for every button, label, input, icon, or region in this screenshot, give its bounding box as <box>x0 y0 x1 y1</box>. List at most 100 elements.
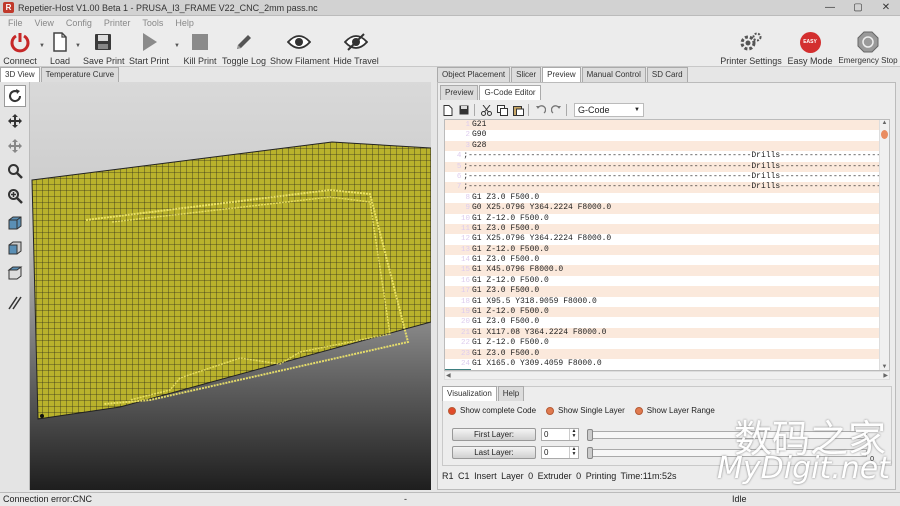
code-line[interactable]: 3 G28 <box>445 140 881 152</box>
move-object-icon[interactable] <box>4 135 26 157</box>
radio-show-layer-range[interactable] <box>634 406 643 415</box>
minimize-button[interactable]: — <box>816 0 844 16</box>
code-line[interactable]: 24 G1 X165.0 Y309.4059 F8000.0 <box>445 358 881 370</box>
menu-help[interactable]: Help <box>175 18 194 28</box>
3d-viewport[interactable] <box>30 82 431 490</box>
toggle-log-button[interactable]: Toggle Log <box>222 31 266 66</box>
connect-button[interactable]: Connect <box>3 31 37 66</box>
move-view-icon[interactable] <box>4 110 26 132</box>
printer-settings-button[interactable]: Printer Settings <box>720 31 782 66</box>
code-line[interactable]: 12 G1 X25.0796 Y364.2224 F8000.0 <box>445 234 881 245</box>
save-file-icon[interactable] <box>458 104 470 116</box>
menu-printer[interactable]: Printer <box>104 18 131 28</box>
tab-3d-view[interactable]: 3D View <box>0 67 40 82</box>
new-file-icon[interactable] <box>442 104 454 116</box>
tab-manual-control[interactable]: Manual Control <box>581 67 646 82</box>
first-layer-spinner[interactable]: 0 ▲ ▼ <box>541 428 579 441</box>
line-code: G28 <box>472 140 487 150</box>
show-filament-button[interactable]: Show Filament <box>270 31 330 66</box>
tab-preview[interactable]: Preview <box>542 67 581 82</box>
close-button[interactable]: ✕ <box>872 0 900 16</box>
subtab-gcode-editor[interactable]: G-Code Editor <box>479 85 541 100</box>
tab-help[interactable]: Help <box>497 386 525 401</box>
code-line[interactable]: 1 G21 <box>445 120 881 131</box>
line-number: 16 <box>460 276 470 285</box>
code-line[interactable]: 6 ;--------------------------------------… <box>445 171 881 183</box>
editor-vertical-scrollbar[interactable]: ▲ ▼ <box>879 120 889 370</box>
edit-mode: Insert <box>474 471 497 481</box>
front-view-icon[interactable] <box>4 237 26 259</box>
radio-show-complete-code[interactable] <box>448 406 456 415</box>
redo-icon[interactable] <box>550 104 562 116</box>
printing-time: Printing Time:11m:52s <box>585 471 677 481</box>
zoom-fit-icon[interactable] <box>4 185 26 207</box>
zoom-icon[interactable] <box>4 160 26 182</box>
radio-show-single-layer[interactable] <box>546 406 555 415</box>
code-line[interactable]: 19 G1 Z-12.0 F500.0 <box>445 307 881 318</box>
code-line[interactable]: 18 G1 X95.5 Y318.9059 F8000.0 <box>445 296 881 308</box>
hide-travel-button[interactable]: Hide Travel <box>333 31 379 66</box>
menu-view[interactable]: View <box>35 18 54 28</box>
connect-dropdown-icon[interactable]: ▼ <box>39 43 45 49</box>
line-code: G1 X165.0 Y309.4059 F8000.0 <box>472 358 602 368</box>
code-line[interactable]: 15 G1 X45.0796 F8000.0 <box>445 265 881 276</box>
iso-view-icon[interactable] <box>4 212 26 234</box>
code-line[interactable]: 9 G0 X25.0796 Y364.2224 F8000.0 <box>445 203 881 214</box>
cut-icon[interactable] <box>480 104 492 116</box>
load-button[interactable]: Load <box>46 31 74 66</box>
last-layer-button[interactable]: Last Layer: <box>452 446 536 459</box>
line-number: 8 <box>465 193 470 202</box>
easy-mode-button[interactable]: EASY Easy Mode <box>787 31 833 66</box>
pencil-icon <box>222 31 266 53</box>
code-line[interactable]: 23 G1 Z3.0 F500.0 <box>445 348 881 359</box>
maximize-button[interactable]: ▢ <box>844 0 872 16</box>
code-line[interactable]: 10 G1 Z-12.0 F500.0 <box>445 213 881 224</box>
tab-sd-card[interactable]: SD Card <box>646 67 688 82</box>
code-line[interactable]: 16 G1 Z-12.0 F500.0 <box>445 275 881 287</box>
tab-object-placement[interactable]: Object Placement <box>437 67 511 82</box>
slider-handle[interactable] <box>587 428 593 441</box>
tab-temperature-curve[interactable]: Temperature Curve <box>40 67 120 82</box>
spinner-arrows-icon[interactable]: ▲ ▼ <box>569 447 578 458</box>
emergency-stop-button[interactable]: Emergency Stop <box>838 31 898 65</box>
editor-horizontal-scrollbar[interactable]: ◀ ▶ <box>444 371 890 380</box>
code-line[interactable]: 22 G1 Z-12.0 F500.0 <box>445 338 881 349</box>
undo-icon[interactable] <box>534 104 546 116</box>
start-print-dropdown-icon[interactable]: ▼ <box>174 43 180 49</box>
code-line[interactable]: 7 ;--------------------------------------… <box>445 182 881 193</box>
code-line[interactable]: 20 G1 Z3.0 F500.0 <box>445 317 881 328</box>
first-layer-button[interactable]: First Layer: <box>452 428 536 441</box>
code-line[interactable]: 13 G1 Z-12.0 F500.0 <box>445 244 881 256</box>
gcode-file-select[interactable]: G-Code ▼ <box>574 103 644 117</box>
rotate-view-icon[interactable] <box>4 85 26 107</box>
code-line[interactable]: 21 G1 X117.08 Y364.2224 F8000.0 <box>445 327 881 339</box>
line-number: 13 <box>460 245 470 254</box>
menu-tools[interactable]: Tools <box>142 18 163 28</box>
top-view-icon[interactable] <box>4 262 26 284</box>
parallel-lines-icon[interactable] <box>4 292 26 314</box>
last-layer-spinner[interactable]: 0 ▲ ▼ <box>541 446 579 459</box>
menu-file[interactable]: File <box>8 18 23 28</box>
subtab-preview[interactable]: Preview <box>440 85 479 100</box>
scroll-thumb[interactable] <box>881 130 888 139</box>
code-line[interactable]: 4 ;--------------------------------------… <box>445 151 881 162</box>
code-line[interactable]: 8 G1 Z3.0 F500.0 <box>445 192 881 204</box>
kill-print-button[interactable]: Kill Print <box>182 31 218 66</box>
copy-icon[interactable] <box>496 104 508 116</box>
gcode-editor[interactable]: 1 G21 2 G90 3 G28 4 ;--------------------------… <box>444 119 890 371</box>
save-print-button[interactable]: Save Print <box>83 31 125 66</box>
code-line[interactable]: 2 G90 <box>445 130 881 141</box>
code-line[interactable]: 14 G1 Z3.0 F500.0 <box>445 255 881 266</box>
code-line[interactable]: 17 G1 Z3.0 F500.0 <box>445 286 881 297</box>
tab-slicer[interactable]: Slicer <box>511 67 542 82</box>
line-number: 24 <box>460 359 470 368</box>
paste-icon[interactable] <box>512 104 524 116</box>
spinner-arrows-icon[interactable]: ▲ ▼ <box>569 429 578 440</box>
load-dropdown-icon[interactable]: ▼ <box>75 43 81 49</box>
code-line[interactable]: 5 ;--------------------------------------… <box>445 161 881 172</box>
tab-visualization[interactable]: Visualization <box>442 386 497 401</box>
slider-handle[interactable] <box>587 446 593 459</box>
code-line[interactable]: 11 G1 Z3.0 F500.0 <box>445 223 881 235</box>
start-print-button[interactable]: Start Print <box>129 31 169 66</box>
menu-config[interactable]: Config <box>66 18 92 28</box>
